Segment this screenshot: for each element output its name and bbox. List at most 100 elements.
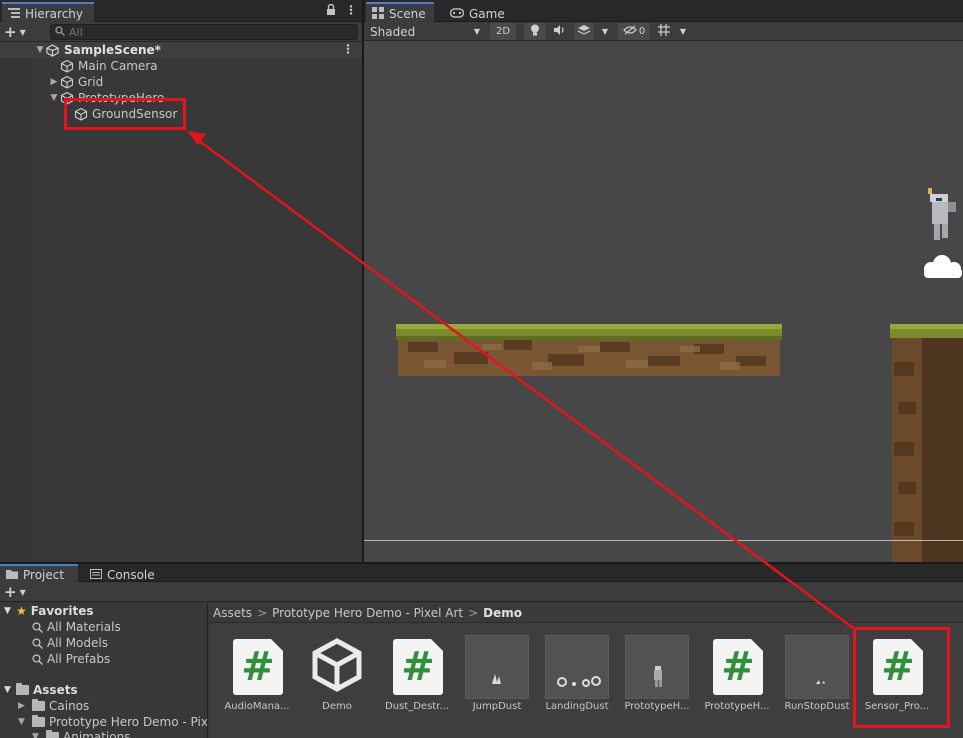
breadcrumb-current[interactable]: Demo [483,606,522,620]
scene-render [396,188,963,562]
assets-header[interactable]: ▼ Assets [4,682,78,698]
folder-icon [16,683,29,695]
tab-scene[interactable]: Scene [366,2,434,22]
expand-arrow-icon[interactable]: ▼ [32,732,46,738]
breadcrumb: Assets > Prototype Hero Demo - Pixel Art… [209,603,963,623]
collapsed-arrow-icon[interactable]: ▶ [48,77,60,87]
tab-game[interactable]: Game [444,2,506,22]
csharp-script-icon: # [233,639,283,695]
grid-hash-icon [658,24,670,39]
tab-console[interactable]: Console [84,564,164,582]
grid-dropdown[interactable]: ▼ [676,23,690,40]
dropdown-arrow-icon: ▼ [679,27,687,36]
folder-icon [46,730,59,738]
hierarchy-tabbar: Hierarchy ⋮ [0,0,362,22]
assets-label: Assets [33,683,78,697]
breadcrumb-separator-icon: > [468,605,479,620]
favorites-header[interactable]: ▼ ★ Favorites [4,603,93,619]
asset-runstopdust[interactable]: RunStopDust [778,635,856,719]
asset-prototypehero-script[interactable]: # PrototypeH... [698,635,776,719]
expand-arrow-icon[interactable]: ▼ [4,606,16,616]
lightbulb-icon [530,24,540,39]
hierarchy-item-label: Grid [78,75,104,89]
scene-tabbar: Scene Game [364,0,963,22]
tab-hierarchy[interactable]: Hierarchy [2,2,94,22]
panel-menu-icon[interactable]: ⋮ [345,3,357,17]
audio-toggle[interactable] [550,23,570,40]
hidden-objects-toggle[interactable]: 0 [618,23,650,40]
favorite-item-all-models[interactable]: All Models [32,635,108,651]
animation-preview-icon [785,635,849,699]
expand-arrow-icon[interactable]: ▼ [48,93,60,103]
dropdown-arrow-icon: ▼ [19,27,26,37]
scene-menu-icon[interactable]: ⋮ [342,42,354,56]
expand-arrow-icon[interactable]: ▼ [18,717,32,727]
effects-dropdown[interactable]: ▼ [598,23,612,40]
favorite-item-label: All Models [47,636,108,650]
csharp-script-icon: # [393,639,443,695]
asset-demo-scene[interactable]: Demo [298,635,376,719]
tab-project[interactable]: Project [0,564,78,582]
folder-icon [6,568,18,582]
expand-arrow-icon[interactable]: ▼ [4,685,16,695]
unity-scene-icon [312,638,362,692]
draw-mode-label: Shaded [370,24,416,39]
asset-prototypehero-anim[interactable]: PrototypeH... [618,635,696,719]
folder-item-prototype-hero-demo[interactable]: ▼ Prototype Hero Demo - Pixel Art [18,714,208,730]
right-platform [890,324,963,562]
hierarchy-search-input[interactable] [69,25,269,39]
scene-name: SampleScene* [64,43,161,57]
gameobject-cube-icon [60,75,74,89]
lock-icon[interactable] [326,3,336,19]
dropdown-arrow-icon: ▼ [601,27,609,36]
favorite-item-all-materials[interactable]: All Materials [32,619,121,635]
collapsed-arrow-icon[interactable]: ▶ [18,701,32,711]
animation-preview-icon [545,635,609,699]
folder-item-label: Prototype Hero Demo - Pixel Art [49,715,208,729]
asset-audiomanager[interactable]: # AudioMana... [218,635,296,719]
asset-label: LandingDust [545,701,609,712]
dropdown-arrow-icon: ▼ [19,587,26,597]
hierarchy-search[interactable] [50,24,358,40]
tab-console-label: Console [107,568,155,582]
scene-viewport[interactable] [364,42,963,562]
expand-arrow-icon[interactable]: ▼ [34,45,46,55]
favorite-item-all-prefabs[interactable]: All Prefabs [32,651,110,667]
toggle-2d-button[interactable]: 2D [490,23,516,40]
asset-jumpdust[interactable]: JumpDust [458,635,536,719]
asset-label: JumpDust [472,701,522,712]
folder-icon [32,715,45,727]
favorite-item-label: All Materials [47,620,121,634]
create-button[interactable]: + ▼ [4,23,34,41]
favorites-label: Favorites [30,604,94,618]
scene-toolbar: Shaded ▼ 2D ▼ 0 ▼ [364,22,963,41]
project-tabbar: Project Console [0,564,963,582]
tab-hierarchy-label: Hierarchy [25,7,84,21]
draw-mode-dropdown[interactable]: Shaded ▼ [366,23,484,40]
grid-toggle[interactable] [654,23,674,40]
lighting-toggle[interactable] [524,23,546,40]
prototype-hero-sprite [928,188,956,240]
effects-toggle[interactable] [574,23,594,40]
asset-label: AudioMana... [224,701,290,712]
project-folder-tree: ▼ ★ Favorites All Materials All Models A… [0,603,208,738]
hierarchy-item-grid[interactable]: ▶ Grid [0,74,362,90]
left-platform [396,324,782,376]
speaker-icon [554,25,566,38]
asset-landingdust[interactable]: LandingDust [538,635,616,719]
asset-label: RunStopDust [784,701,850,712]
scene-root-row[interactable]: ▼ SampleScene* ⋮ [0,42,362,58]
asset-label: PrototypeH... [624,701,690,712]
hierarchy-item-main-camera[interactable]: Main Camera [0,58,362,74]
breadcrumb-item[interactable]: Assets [213,606,252,620]
folder-item-cainos[interactable]: ▶ Cainos [18,698,89,714]
breadcrumb-separator-icon: > [257,605,268,620]
folder-item-animations[interactable]: ▼ Animations [32,729,130,738]
hierarchy-item-label: Main Camera [78,59,158,73]
asset-dust-destroy[interactable]: # Dust_Destr... [378,635,456,719]
project-create-button[interactable]: + ▼ [4,583,34,601]
gamepad-icon [449,7,465,21]
hierarchy-panel: Hierarchy ⋮ +▼ ▼ SampleScene* ⋮ Main Cam [0,0,362,562]
breadcrumb-item[interactable]: Prototype Hero Demo - Pixel Art [272,606,463,620]
tab-project-label: Project [23,568,65,582]
